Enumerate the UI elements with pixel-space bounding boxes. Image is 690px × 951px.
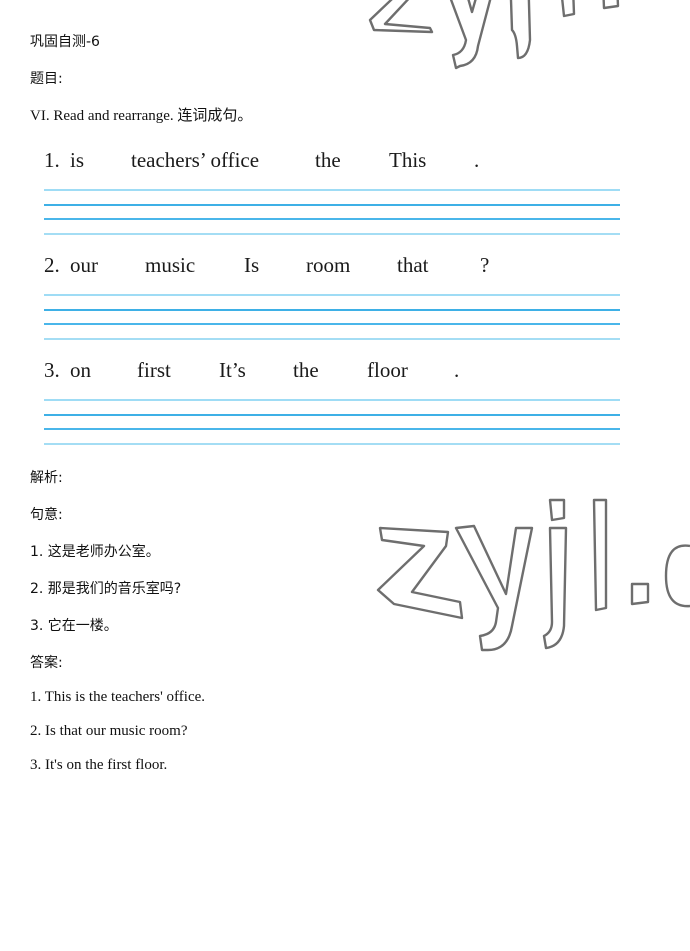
word-chip: Is bbox=[244, 253, 260, 277]
writing-line[interactable] bbox=[44, 233, 620, 235]
writing-line[interactable] bbox=[44, 309, 620, 311]
writing-line[interactable] bbox=[44, 443, 620, 445]
word-chip: the bbox=[315, 148, 341, 172]
word-chip: It’s bbox=[219, 358, 246, 382]
watermark-letter-l bbox=[592, 498, 608, 612]
writing-line[interactable] bbox=[44, 218, 620, 220]
writing-line[interactable] bbox=[44, 399, 620, 401]
writing-line[interactable] bbox=[44, 189, 620, 191]
document-title: 巩固自测-6 bbox=[30, 34, 100, 50]
word-chip: This bbox=[389, 148, 427, 172]
exercise-number: 3. bbox=[44, 358, 60, 382]
writing-line[interactable] bbox=[44, 414, 620, 416]
meaning-item: 3. 它在一楼。 bbox=[30, 618, 118, 634]
answer-item: 3. It's on the first floor. bbox=[30, 757, 168, 773]
word-chip: floor bbox=[367, 358, 408, 382]
watermark-letter-dot bbox=[602, 0, 620, 10]
word-chip: first bbox=[137, 358, 171, 382]
watermark-letter-dot bbox=[630, 582, 650, 606]
exercise-2: 2. our music Is room that ? bbox=[44, 250, 620, 350]
watermark-top bbox=[368, 0, 620, 70]
word-chip: on bbox=[70, 358, 91, 382]
watermark-letter-y bbox=[449, 0, 492, 70]
writing-line[interactable] bbox=[44, 428, 620, 430]
watermark-letter-j bbox=[509, 0, 532, 60]
watermark-letter-y bbox=[454, 524, 534, 652]
exercise-1: 1. is teachers’ office the This . bbox=[44, 145, 620, 245]
exercise-number: 2. bbox=[44, 253, 60, 277]
word-chip: ? bbox=[480, 253, 490, 277]
instruction: VI. Read and rearrange. 连词成句。 bbox=[30, 108, 253, 124]
exercise-3: 3. on first It’s the floor . bbox=[44, 355, 620, 455]
word-chip: music bbox=[145, 253, 196, 277]
word-chip: . bbox=[454, 358, 460, 382]
word-chip: is bbox=[70, 148, 85, 172]
meaning-label: 句意: bbox=[30, 507, 63, 523]
meaning-item: 2. 那是我们的音乐室吗? bbox=[30, 581, 182, 597]
word-chip: teachers’ office bbox=[131, 148, 260, 172]
question-label: 题目: bbox=[30, 71, 63, 87]
writing-line[interactable] bbox=[44, 338, 620, 340]
exercise-number: 1. bbox=[44, 148, 60, 172]
watermark-letter-c bbox=[664, 544, 690, 608]
word-chip: room bbox=[306, 253, 351, 277]
writing-line[interactable] bbox=[44, 323, 620, 325]
writing-line[interactable] bbox=[44, 204, 620, 206]
word-chip: the bbox=[293, 358, 319, 382]
meaning-item: 1. 这是老师办公室。 bbox=[30, 544, 160, 560]
writing-line[interactable] bbox=[44, 294, 620, 296]
answer-item: 2. Is that our music room? bbox=[30, 723, 188, 739]
watermark-letter-z bbox=[376, 526, 464, 620]
watermark-letter-l bbox=[561, 0, 576, 18]
answer-label: 答案: bbox=[30, 655, 63, 671]
word-chip: . bbox=[474, 148, 480, 172]
watermark-letter-z bbox=[368, 0, 434, 34]
analysis-label: 解析: bbox=[30, 470, 63, 486]
word-chip: that bbox=[397, 253, 429, 277]
watermark-middle bbox=[376, 498, 690, 652]
answer-item: 1. This is the teachers' office. bbox=[30, 689, 206, 705]
watermark-letter-j-dot bbox=[548, 498, 566, 522]
watermark-letter-j bbox=[542, 526, 568, 650]
word-chip: our bbox=[70, 253, 98, 277]
